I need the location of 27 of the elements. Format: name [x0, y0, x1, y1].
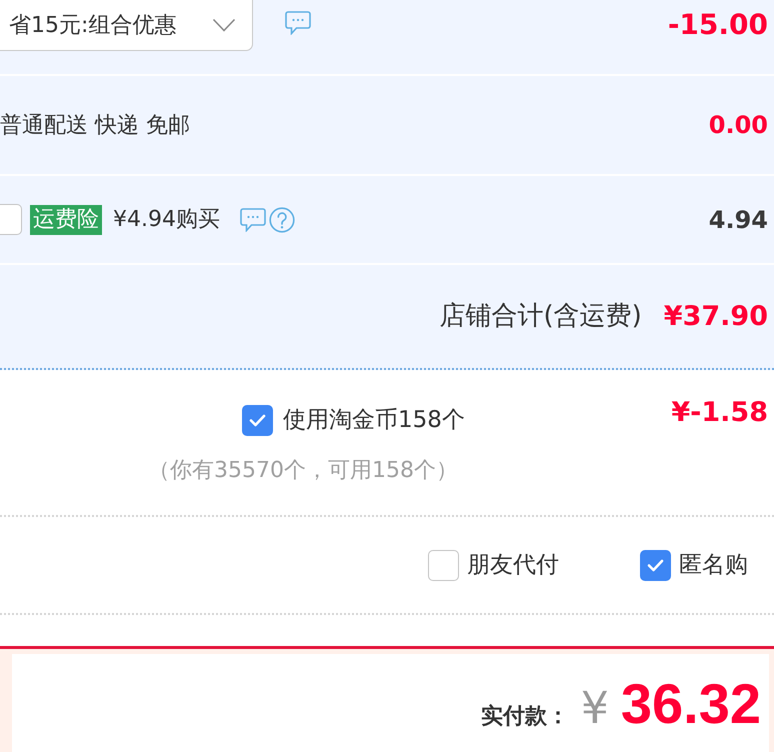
shipping-method: 普通配送 快递 免邮	[0, 112, 190, 140]
checkmark-icon	[249, 414, 266, 427]
option-label: 朋友代付	[467, 550, 559, 580]
insurance-offer: ¥4.94购买	[113, 206, 220, 234]
subtotal-amount: ¥37.90	[664, 300, 768, 334]
coins-label: 使用淘金币158个	[283, 406, 465, 435]
shipping-amount: 0.00	[708, 110, 768, 141]
checkbox[interactable]	[242, 404, 273, 436]
coins-balance-note: （你有35570个，可用158个）	[148, 456, 459, 484]
insurance-tag: 运费险	[30, 204, 102, 234]
currency-sign: ¥	[580, 687, 609, 731]
insurance-amount: 4.94	[708, 204, 768, 236]
payment-label: 实付款：	[480, 703, 569, 731]
checkbox[interactable]	[428, 550, 459, 580]
subtotal-label: 店铺合计(含运费)	[440, 300, 642, 333]
chevron-down-icon	[212, 18, 236, 32]
payment-amount: 36.32	[620, 676, 761, 732]
checkbox[interactable]	[640, 550, 671, 580]
chat-bubble-icon	[240, 208, 266, 232]
checkbox[interactable]	[0, 204, 22, 235]
checkmark-icon	[647, 558, 664, 572]
help-icon	[268, 206, 295, 232]
chat-bubble-icon	[285, 11, 311, 35]
discount-amount: -15.00	[668, 8, 768, 42]
option-label: 匿名购	[679, 550, 748, 580]
coins-discount-amount: ¥-1.58	[671, 396, 768, 430]
promotion-dropdown[interactable]: 省15元:组合优惠	[0, 0, 253, 51]
